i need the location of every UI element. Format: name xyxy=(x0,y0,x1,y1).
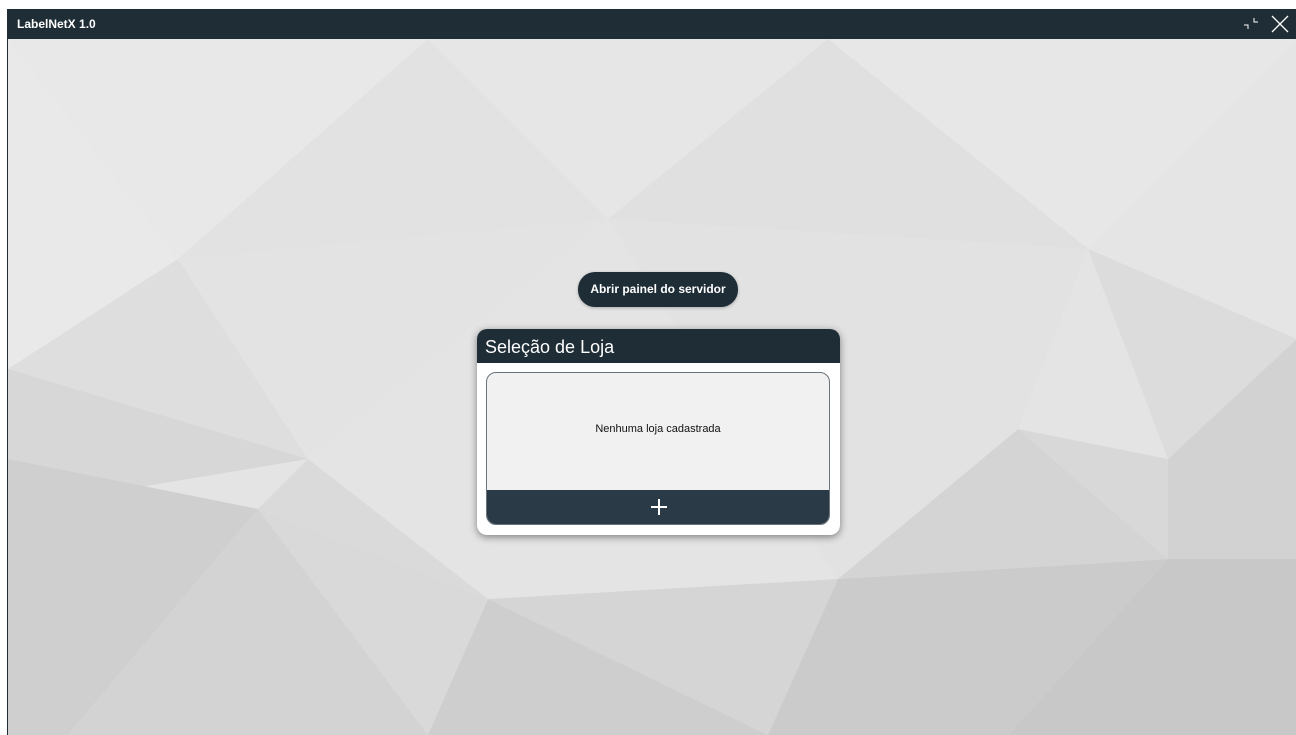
restore-button[interactable] xyxy=(1242,15,1260,33)
add-store-button[interactable] xyxy=(487,490,829,524)
store-selection-title: Seleção de Loja xyxy=(485,337,615,357)
restore-window-icon xyxy=(1244,18,1258,29)
empty-store-message: Nenhuma loja cadastrada xyxy=(595,423,721,435)
store-list: Nenhuma loja cadastrada xyxy=(486,372,830,525)
store-selection-header: Seleção de Loja xyxy=(477,329,840,363)
open-server-panel-button[interactable]: Abrir painel do servidor xyxy=(578,272,738,307)
app-window: LabelNetX 1.0 Abrir painel do servidor S… xyxy=(7,9,1296,735)
plus-icon xyxy=(651,499,667,515)
store-selection-panel: Seleção de Loja Nenhuma loja cadastrada xyxy=(477,329,840,535)
close-button[interactable] xyxy=(1270,14,1290,34)
title-bar: LabelNetX 1.0 xyxy=(8,9,1296,39)
app-title: LabelNetX 1.0 xyxy=(17,17,96,31)
close-icon xyxy=(1271,15,1289,33)
